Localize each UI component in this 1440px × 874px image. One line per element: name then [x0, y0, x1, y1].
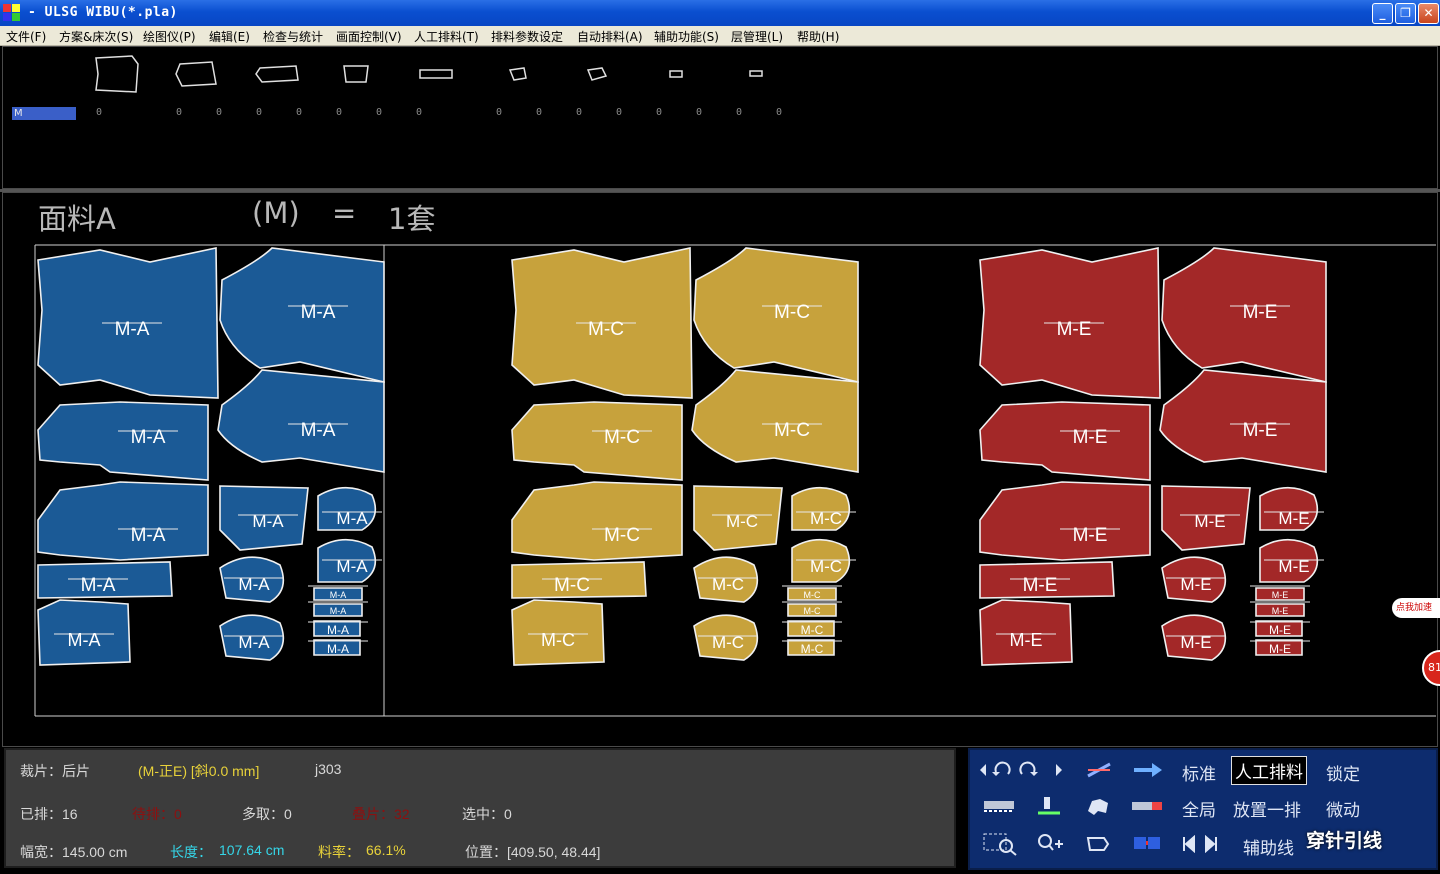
- arrow-left-icon: [980, 764, 986, 776]
- animal-icon[interactable]: [1084, 795, 1112, 817]
- piece-label: M-C: [712, 575, 744, 594]
- piece-label: M-E: [1023, 575, 1058, 596]
- length-label: 长度：: [170, 844, 212, 860]
- piece-name: 裁片：后片: [20, 763, 90, 779]
- selected-count: 选中：0: [462, 806, 512, 822]
- piece-label: M-C: [712, 633, 744, 652]
- speed-badge[interactable]: 点我加速: [1392, 598, 1440, 618]
- swap-blocks-icon[interactable]: [1132, 835, 1164, 851]
- last-icon: [1205, 835, 1217, 853]
- place-row-button[interactable]: 放置一排: [1233, 796, 1301, 821]
- slider-icon[interactable]: [1130, 799, 1164, 813]
- standard-button[interactable]: 标准: [1182, 760, 1216, 785]
- piece-label: M-A: [330, 606, 347, 616]
- piece-label: M-A: [68, 630, 101, 650]
- fabric-width: 幅宽：145.00 cm: [20, 844, 128, 860]
- piece-label: M-E: [1010, 630, 1043, 650]
- piece-label: M-A: [336, 509, 368, 528]
- nudge-button[interactable]: 微动: [1326, 796, 1360, 821]
- piece-label: M-E: [1073, 427, 1108, 448]
- piece-label: M-A: [327, 623, 349, 637]
- piece-label: M-E: [1180, 633, 1211, 652]
- piece-label: M-E: [1272, 606, 1289, 616]
- piece-label: M-A: [301, 302, 336, 323]
- watermark: 穿针引线: [1306, 830, 1383, 852]
- piece-label: M-A: [238, 575, 270, 594]
- piece-label: M-E: [1269, 642, 1291, 656]
- marker-layout[interactable]: M-A M-A M-A M-A M-A M-A M-A M-A M-A M-A M-A M-A M-A M…: [0, 0, 1440, 874]
- piece-label: M-C: [810, 509, 842, 528]
- zoom-in-icon[interactable]: [1036, 832, 1064, 854]
- global-button[interactable]: 全局: [1182, 796, 1216, 821]
- piece-label: M-C: [604, 427, 640, 448]
- piece-label: M-C: [726, 512, 758, 531]
- zoom-window-icon[interactable]: [982, 832, 1018, 856]
- piece-label: M-E: [1243, 420, 1278, 441]
- skip-icons[interactable]: [1180, 835, 1222, 853]
- first-icon: [1183, 835, 1195, 853]
- piece-label: M-C: [801, 623, 824, 637]
- piece-label: M-A: [327, 642, 349, 656]
- piece-red-3[interactable]: [979, 401, 1151, 481]
- align-bottom-icon[interactable]: [982, 797, 1016, 815]
- piece-label: M-E: [1272, 590, 1289, 600]
- piece-label: M-C: [804, 590, 821, 600]
- piece-label: M-E: [1057, 319, 1092, 340]
- piece-label: M-C: [804, 606, 821, 616]
- piece-label: M-E: [1243, 302, 1278, 323]
- piece-label: M-A: [330, 590, 347, 600]
- extra-count: 多取：0: [242, 806, 292, 822]
- placed-count: 已排：16: [20, 806, 78, 822]
- rate-value: 66.1%: [366, 842, 406, 858]
- piece-label: M-E: [1269, 623, 1291, 637]
- piece-label: M-C: [541, 630, 575, 650]
- piece-gold-3[interactable]: [511, 401, 683, 481]
- length-value: 107.64 cm: [219, 842, 285, 858]
- unplaced-count: 待排：0: [132, 806, 182, 822]
- piece-label: M-E: [1278, 509, 1309, 528]
- piece-label: M-C: [604, 525, 640, 546]
- piece-gold-4[interactable]: [511, 481, 683, 561]
- piece-label: M-A: [252, 512, 284, 531]
- arrow-right-blue-icon[interactable]: [1132, 760, 1164, 780]
- piece-label: M-A: [115, 319, 150, 340]
- arrow-right-icon: [1056, 764, 1062, 776]
- hand-icon[interactable]: [1084, 834, 1112, 854]
- piece-label: M-C: [554, 575, 590, 596]
- piece-red-4[interactable]: [979, 481, 1151, 561]
- piece-label: M-C: [588, 319, 624, 340]
- piece-label: M-A: [81, 575, 116, 596]
- rotate-icons[interactable]: [978, 760, 1076, 780]
- manual-layout-button[interactable]: 人工排料: [1231, 756, 1307, 785]
- flip-icon[interactable]: [1086, 760, 1112, 780]
- guide-line-button[interactable]: 辅助线: [1243, 834, 1294, 859]
- piece-blue-4[interactable]: [37, 481, 209, 561]
- spray-icon[interactable]: [1036, 795, 1062, 817]
- overlap-count: 叠片：32: [352, 806, 410, 822]
- piece-label: M-A: [238, 633, 270, 652]
- piece-label: M-A: [336, 557, 368, 576]
- piece-label: M-E: [1073, 525, 1108, 546]
- rate-label: 料率：: [318, 844, 360, 860]
- piece-label: M-E: [1278, 557, 1309, 576]
- piece-label: M-A: [131, 525, 166, 546]
- piece-label: M-C: [810, 557, 842, 576]
- cursor-position: 位置：[409.50, 48.44]: [465, 844, 601, 860]
- piece-label: M-E: [1180, 575, 1211, 594]
- piece-label: M-A: [131, 427, 166, 448]
- piece-label: M-C: [801, 642, 824, 656]
- piece-info: (M-正E) [斜0.0 mm]: [138, 763, 260, 779]
- piece-label: M-C: [774, 302, 810, 323]
- piece-label: M-A: [301, 420, 336, 441]
- lock-button[interactable]: 锁定: [1326, 760, 1360, 785]
- piece-blue-3[interactable]: [37, 401, 209, 481]
- piece-label: M-E: [1194, 512, 1225, 531]
- piece-code: j303: [315, 761, 342, 777]
- piece-label: M-C: [774, 420, 810, 441]
